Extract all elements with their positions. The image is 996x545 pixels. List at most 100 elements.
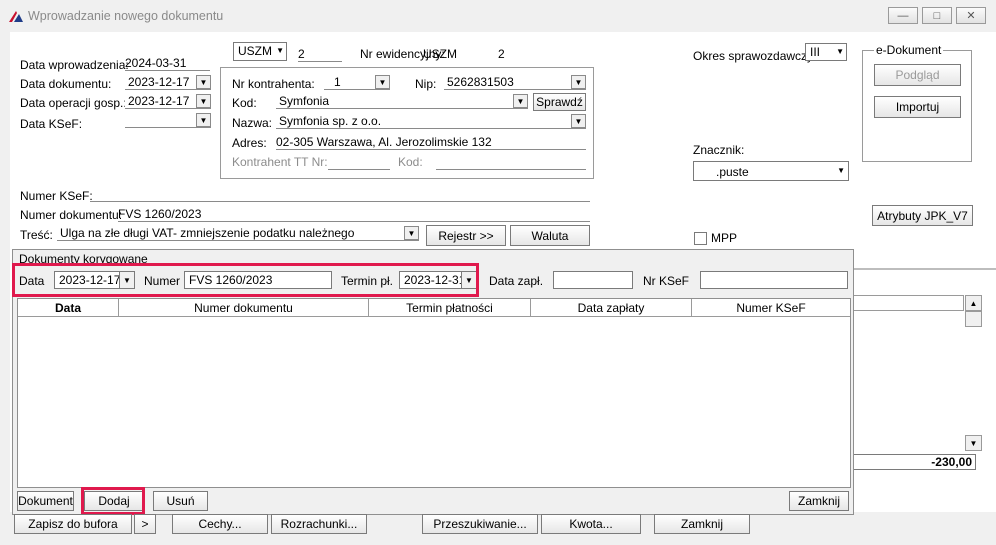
kwota-button[interactable]: Kwota...	[541, 514, 641, 534]
highlight-dodaj-button	[81, 487, 145, 515]
rejestr-button[interactable]: Rejestr >>	[426, 225, 506, 246]
chevron-down-icon[interactable]: ▼	[196, 75, 211, 89]
title-bar: Wprowadzanie nowego dokumentu — □ ✕	[0, 0, 996, 32]
minimize-button[interactable]: —	[888, 7, 918, 24]
dialog-data-zapl-label: Data zapł.	[489, 274, 544, 288]
nazwa-combo[interactable]: Symfonia sp. z o.o. ▼	[276, 114, 586, 129]
chevron-down-icon[interactable]: ▼	[375, 75, 390, 89]
dialog-data-zapl-input[interactable]	[553, 271, 633, 289]
okres-label: Okres sprawozdawczy:	[693, 49, 817, 63]
numer-ksef-label: Numer KSeF:	[20, 189, 93, 203]
dialog-zamknij-button[interactable]: Zamknij	[789, 491, 849, 511]
nr-kontrahenta-combo[interactable]: 1 ▼	[324, 75, 390, 90]
dokument-button[interactable]: Dokument	[17, 491, 74, 511]
waluta-button[interactable]: Waluta	[510, 225, 590, 246]
nip-value: 5262831503	[447, 75, 514, 89]
chevron-down-icon[interactable]: ▼	[571, 114, 586, 128]
close-icon: ✕	[966, 10, 976, 22]
chevron-down-icon[interactable]: ▼	[196, 113, 211, 127]
corrected-documents-table[interactable]: Data Numer dokumentu Termin płatności Da…	[17, 298, 851, 488]
data-wprowadzenia-value: 2024-03-31	[125, 56, 210, 71]
podglad-button[interactable]: Podgląd	[874, 64, 961, 86]
kontrahent-tt-label: Kontrahent TT Nr:	[232, 155, 328, 169]
kontrahent-tt-kod-value	[436, 155, 586, 170]
column-header-termin-platnosci[interactable]: Termin płatności	[369, 299, 531, 316]
rozrachunki-button[interactable]: Rozrachunki...	[271, 514, 367, 534]
scroll-up-icon[interactable]: ▲	[965, 295, 982, 311]
e-dokument-label: e-Dokument	[874, 43, 944, 57]
tresc-label: Treść:	[20, 228, 53, 242]
numer-dokumentu-label: Numer dokumentu:	[20, 208, 123, 222]
data-dokumentu-combo[interactable]: 2023-12-17 ▼	[125, 75, 211, 90]
tresc-combo[interactable]: Ulga na złe długi VAT- zmniejszenie poda…	[57, 226, 419, 241]
zapisz-do-bufora-button[interactable]: Zapisz do bufora	[14, 514, 132, 534]
nr-ewidencyjny-register: USZM	[423, 47, 457, 61]
adres-label: Adres:	[232, 136, 267, 150]
close-button[interactable]: ✕	[956, 7, 986, 24]
column-header-numer-dokumentu[interactable]: Numer dokumentu	[119, 299, 369, 316]
numer-dokumentu-value: FVS 1260/2023	[118, 207, 590, 222]
dialog-nr-ksef-input[interactable]	[700, 271, 848, 289]
nip-label: Nip:	[415, 77, 437, 91]
nr-kontrahenta-label: Nr kontrahenta:	[232, 77, 315, 91]
sprawdz-button[interactable]: Sprawdź	[533, 93, 586, 111]
column-header-data-zaplaty[interactable]: Data zapłaty	[531, 299, 692, 316]
okres-value: III	[810, 45, 821, 59]
przeszukiwanie-button[interactable]: Przeszukiwanie...	[422, 514, 538, 534]
highlight-filter-row	[12, 263, 479, 297]
app-logo-icon	[9, 11, 23, 22]
data-operacji-value: 2023-12-17	[128, 94, 190, 108]
mpp-checkbox[interactable]	[694, 232, 707, 245]
zamknij-button[interactable]: Zamknij	[654, 514, 750, 534]
chevron-down-icon[interactable]: ▼	[276, 46, 284, 55]
kontrahent-tt-value	[328, 155, 390, 170]
data-dokumentu-label: Data dokumentu:	[20, 77, 112, 91]
chevron-down-icon[interactable]: ▼	[837, 166, 845, 175]
okres-combo[interactable]: III ▼	[805, 43, 847, 61]
maximize-button[interactable]: □	[922, 7, 952, 24]
tresc-value: Ulga na złe długi VAT- zmniejszenie poda…	[60, 226, 355, 240]
data-operacji-label: Data operacji gosp.:	[20, 96, 127, 110]
nazwa-value: Symfonia sp. z o.o.	[279, 114, 382, 128]
usun-button[interactable]: Usuń	[153, 491, 208, 511]
more-button[interactable]: >	[134, 514, 156, 534]
nr-kontrahenta-value: 1	[334, 75, 341, 89]
panel-divider	[852, 268, 996, 270]
column-header-numer-ksef[interactable]: Numer KSeF	[692, 299, 850, 316]
adres-value: 02-305 Warszawa, Al. Jerozolimskie 132	[276, 135, 586, 150]
chevron-down-icon[interactable]: ▼	[404, 226, 419, 240]
kod-label: Kod:	[232, 96, 257, 110]
register-number: 2	[298, 47, 342, 62]
znacznik-label: Znacznik:	[693, 143, 745, 157]
kod-value: Symfonia	[279, 94, 330, 108]
importuj-button[interactable]: Importuj	[874, 96, 961, 118]
scroll-down-icon[interactable]: ▼	[965, 435, 982, 451]
nip-combo[interactable]: 5262831503 ▼	[444, 75, 586, 90]
list-input[interactable]	[852, 295, 964, 311]
kontrahent-tt-kod-label: Kod:	[398, 155, 423, 169]
chevron-down-icon[interactable]: ▼	[836, 47, 844, 56]
nr-ewidencyjny-number: 2	[498, 47, 505, 61]
chevron-down-icon[interactable]: ▼	[196, 94, 211, 108]
cechy-button[interactable]: Cechy...	[172, 514, 268, 534]
data-ksef-combo[interactable]: ▼	[125, 113, 211, 128]
mpp-label: MPP	[711, 231, 738, 245]
znacznik-combo[interactable]: .puste ▼	[693, 161, 849, 181]
znacznik-value: .puste	[716, 165, 749, 179]
table-header: Data Numer dokumentu Termin płatności Da…	[18, 299, 850, 317]
data-dokumentu-value: 2023-12-17	[128, 75, 190, 89]
numer-ksef-value	[90, 188, 590, 202]
register-value: USZM	[238, 44, 272, 58]
dialog-nr-ksef-label: Nr KSeF	[643, 274, 690, 288]
chevron-down-icon[interactable]: ▼	[513, 94, 528, 108]
atrybuty-jpk-button[interactable]: Atrybuty JPK_V7	[872, 205, 973, 226]
window-title: Wprowadzanie nowego dokumentu	[28, 9, 224, 23]
chevron-down-icon[interactable]: ▼	[571, 75, 586, 89]
data-ksef-label: Data KSeF:	[20, 117, 83, 131]
data-operacji-combo[interactable]: 2023-12-17 ▼	[125, 94, 211, 109]
column-header-data[interactable]: Data	[18, 299, 119, 316]
register-combo[interactable]: USZM ▼	[233, 42, 287, 61]
data-wprowadzenia-label: Data wprowadzenia:	[20, 58, 129, 72]
kod-combo[interactable]: Symfonia ▼	[276, 94, 528, 109]
scroll-thumb[interactable]	[965, 311, 982, 327]
